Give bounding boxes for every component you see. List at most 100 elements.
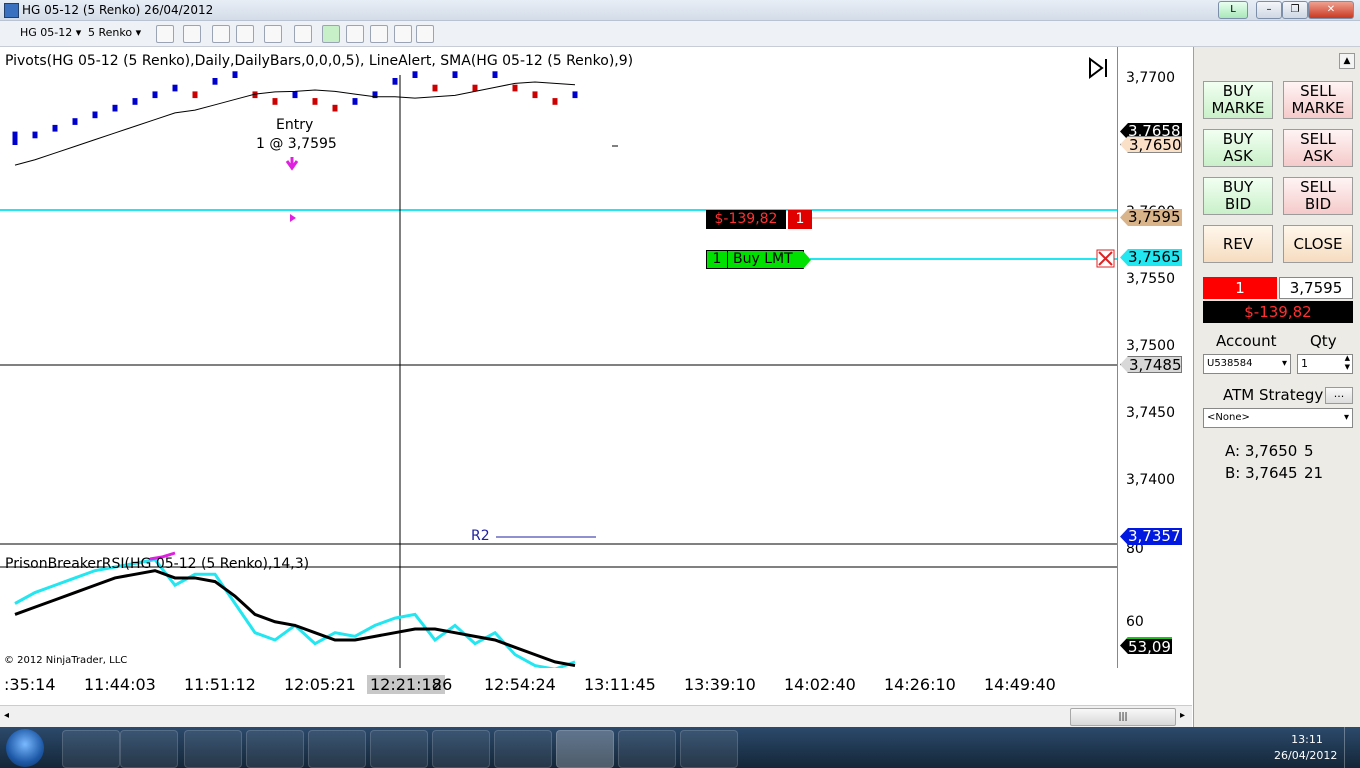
add-indicator-icon[interactable] [212,25,230,43]
horizontal-scrollbar[interactable]: ◂ ||| ▸ [0,705,1192,728]
time-label: 11:44:03 [84,675,156,694]
r2-label: R2 [471,528,490,544]
window-titlebar: HG 05-12 (5 Renko) 26/04/2012 L – ❐ ✕ [0,0,1360,21]
renko-bar [292,91,298,99]
buy-market-button[interactable]: BUY MARKE [1203,81,1273,119]
position-price-tag: 3,7595 [1120,209,1182,226]
renko-bar [52,124,58,132]
entry-detail: 1 @ 3,7595 [256,136,337,152]
position-price-box: 3,7595 [1279,277,1353,299]
account-select[interactable]: U538584 ▾ [1203,354,1291,374]
taskbar-explorer-icon[interactable] [62,730,120,768]
chart-style-icon[interactable] [156,25,174,43]
price-tick: 3,7550 [1126,271,1175,287]
renko-bar [32,131,38,139]
order-tag-arrow [803,251,811,269]
order-qty: 1 [706,250,728,269]
add-strategy-icon[interactable] [236,25,254,43]
period-selector[interactable]: 5 Renko ▾ [88,24,141,42]
execution-marker-icon [290,214,296,222]
time-label: 14:26:10 [884,675,956,694]
price-tick: 3,7500 [1126,338,1175,354]
template-icon[interactable] [394,25,412,43]
time-axis[interactable]: :35:14 11:44:03 11:51:12 12:05:21 12:21:… [0,669,1192,705]
clock-date: 26/04/2012 [1274,749,1338,762]
system-tray-icons[interactable] [1124,740,1254,754]
instrument-selector[interactable]: HG 05-12 ▾ [20,24,81,42]
atm-strategy-select[interactable]: <None> ▾ [1203,408,1353,428]
atm-strategy-value: <None> [1207,412,1250,423]
taskbar-ninjatrader-icon[interactable] [556,730,614,768]
order-tag[interactable]: 1 Buy LMT [706,250,811,269]
goto-end-icon[interactable] [1087,57,1109,79]
quantity-stepper[interactable]: 1 ▲ ▼ [1297,354,1353,374]
period-label: 5 Renko [88,26,133,39]
position-tag[interactable]: $-139,82 1 [706,210,812,229]
taskbar-safari-icon[interactable] [246,730,304,768]
maximize-button[interactable]: ❐ [1282,1,1308,19]
position-qty-box: 1 [1203,277,1277,299]
chart-trader-icon[interactable] [322,25,340,43]
renko-bar [432,84,438,92]
sell-ask-button[interactable]: SELL ASK [1283,129,1353,167]
price-chart-svg[interactable] [0,47,1117,668]
ask-size: 5 [1304,442,1314,460]
price-tick: 3,7400 [1126,472,1175,488]
data-box-icon[interactable] [416,25,434,43]
atm-options-button[interactable]: ... [1325,387,1353,404]
ask-price-tag: 3,7650 [1120,136,1182,153]
chart-panel[interactable]: Pivots(HG 05-12 (5 Renko),Daily,DailyBar… [0,47,1118,668]
time-label: 14:49:40 [984,675,1056,694]
indicator-label: Pivots(HG 05-12 (5 Renko),Daily,DailyBar… [5,53,634,69]
scroll-left-icon[interactable]: ◂ [4,710,9,721]
sell-bid-line1: SELL [1300,178,1336,196]
sell-bid-button[interactable]: SELL BID [1283,177,1353,215]
buy-bid-line2: BID [1224,195,1252,213]
renko-bar [212,78,218,85]
bars-icon[interactable] [346,25,364,43]
sell-ask-line1: SELL [1300,130,1336,148]
close-window-button[interactable]: ✕ [1308,1,1354,19]
stepper-arrows-icon[interactable]: ▲ ▼ [1345,354,1350,372]
taskbar-paint-icon[interactable] [680,730,738,768]
scroll-thumb[interactable]: ||| [1070,708,1176,726]
properties-icon[interactable] [370,25,388,43]
buy-market-line1: BUY [1222,82,1254,100]
collapse-panel-icon[interactable]: ▲ [1339,53,1355,69]
taskbar-ib-icon[interactable] [618,730,676,768]
close-position-button[interactable]: CLOSE [1283,225,1353,263]
taskbar-ie-icon[interactable] [370,730,428,768]
scroll-right-icon[interactable]: ▸ [1180,710,1185,721]
buy-ask-button[interactable]: BUY ASK [1203,129,1273,167]
start-button-icon[interactable] [6,729,44,767]
renko-bar [472,84,478,92]
renko-bar [12,131,18,145]
price-tick: 3,7700 [1126,70,1175,86]
link-button[interactable]: L [1218,1,1248,19]
zoom-icon[interactable] [294,25,312,43]
position-qty: 1 [788,210,812,229]
taskbar-app-icon[interactable] [432,730,490,768]
reverse-button[interactable]: REV [1203,225,1273,263]
taskbar-chrome-icon[interactable] [308,730,366,768]
renko-bar [452,71,458,78]
renko-bar [312,98,318,105]
app-icon [4,3,19,18]
time-label-partial: 26 [432,675,453,694]
price-scale[interactable]: 3,7700 3,7600 3,7550 3,7500 3,7450 3,740… [1118,47,1192,668]
time-label: 12:05:21 [284,675,356,694]
atm-strategy-label: ATM Strategy [1223,386,1324,404]
cancel-order-icon[interactable] [1096,249,1115,268]
rsi-slow-line [14,569,576,668]
qty-value: 1 [1301,357,1308,370]
show-desktop-button[interactable] [1344,727,1360,768]
draw-pencil-icon[interactable] [183,25,201,43]
taskbar-media-player-icon[interactable] [120,730,178,768]
crosshair-icon[interactable] [264,25,282,43]
taskbar-firefox-icon[interactable] [184,730,242,768]
qty-label: Qty [1310,332,1337,350]
buy-bid-button[interactable]: BUY BID [1203,177,1273,215]
sell-market-button[interactable]: SELL MARKE [1283,81,1353,119]
minimize-button[interactable]: – [1256,1,1282,19]
taskbar-itunes-icon[interactable] [494,730,552,768]
